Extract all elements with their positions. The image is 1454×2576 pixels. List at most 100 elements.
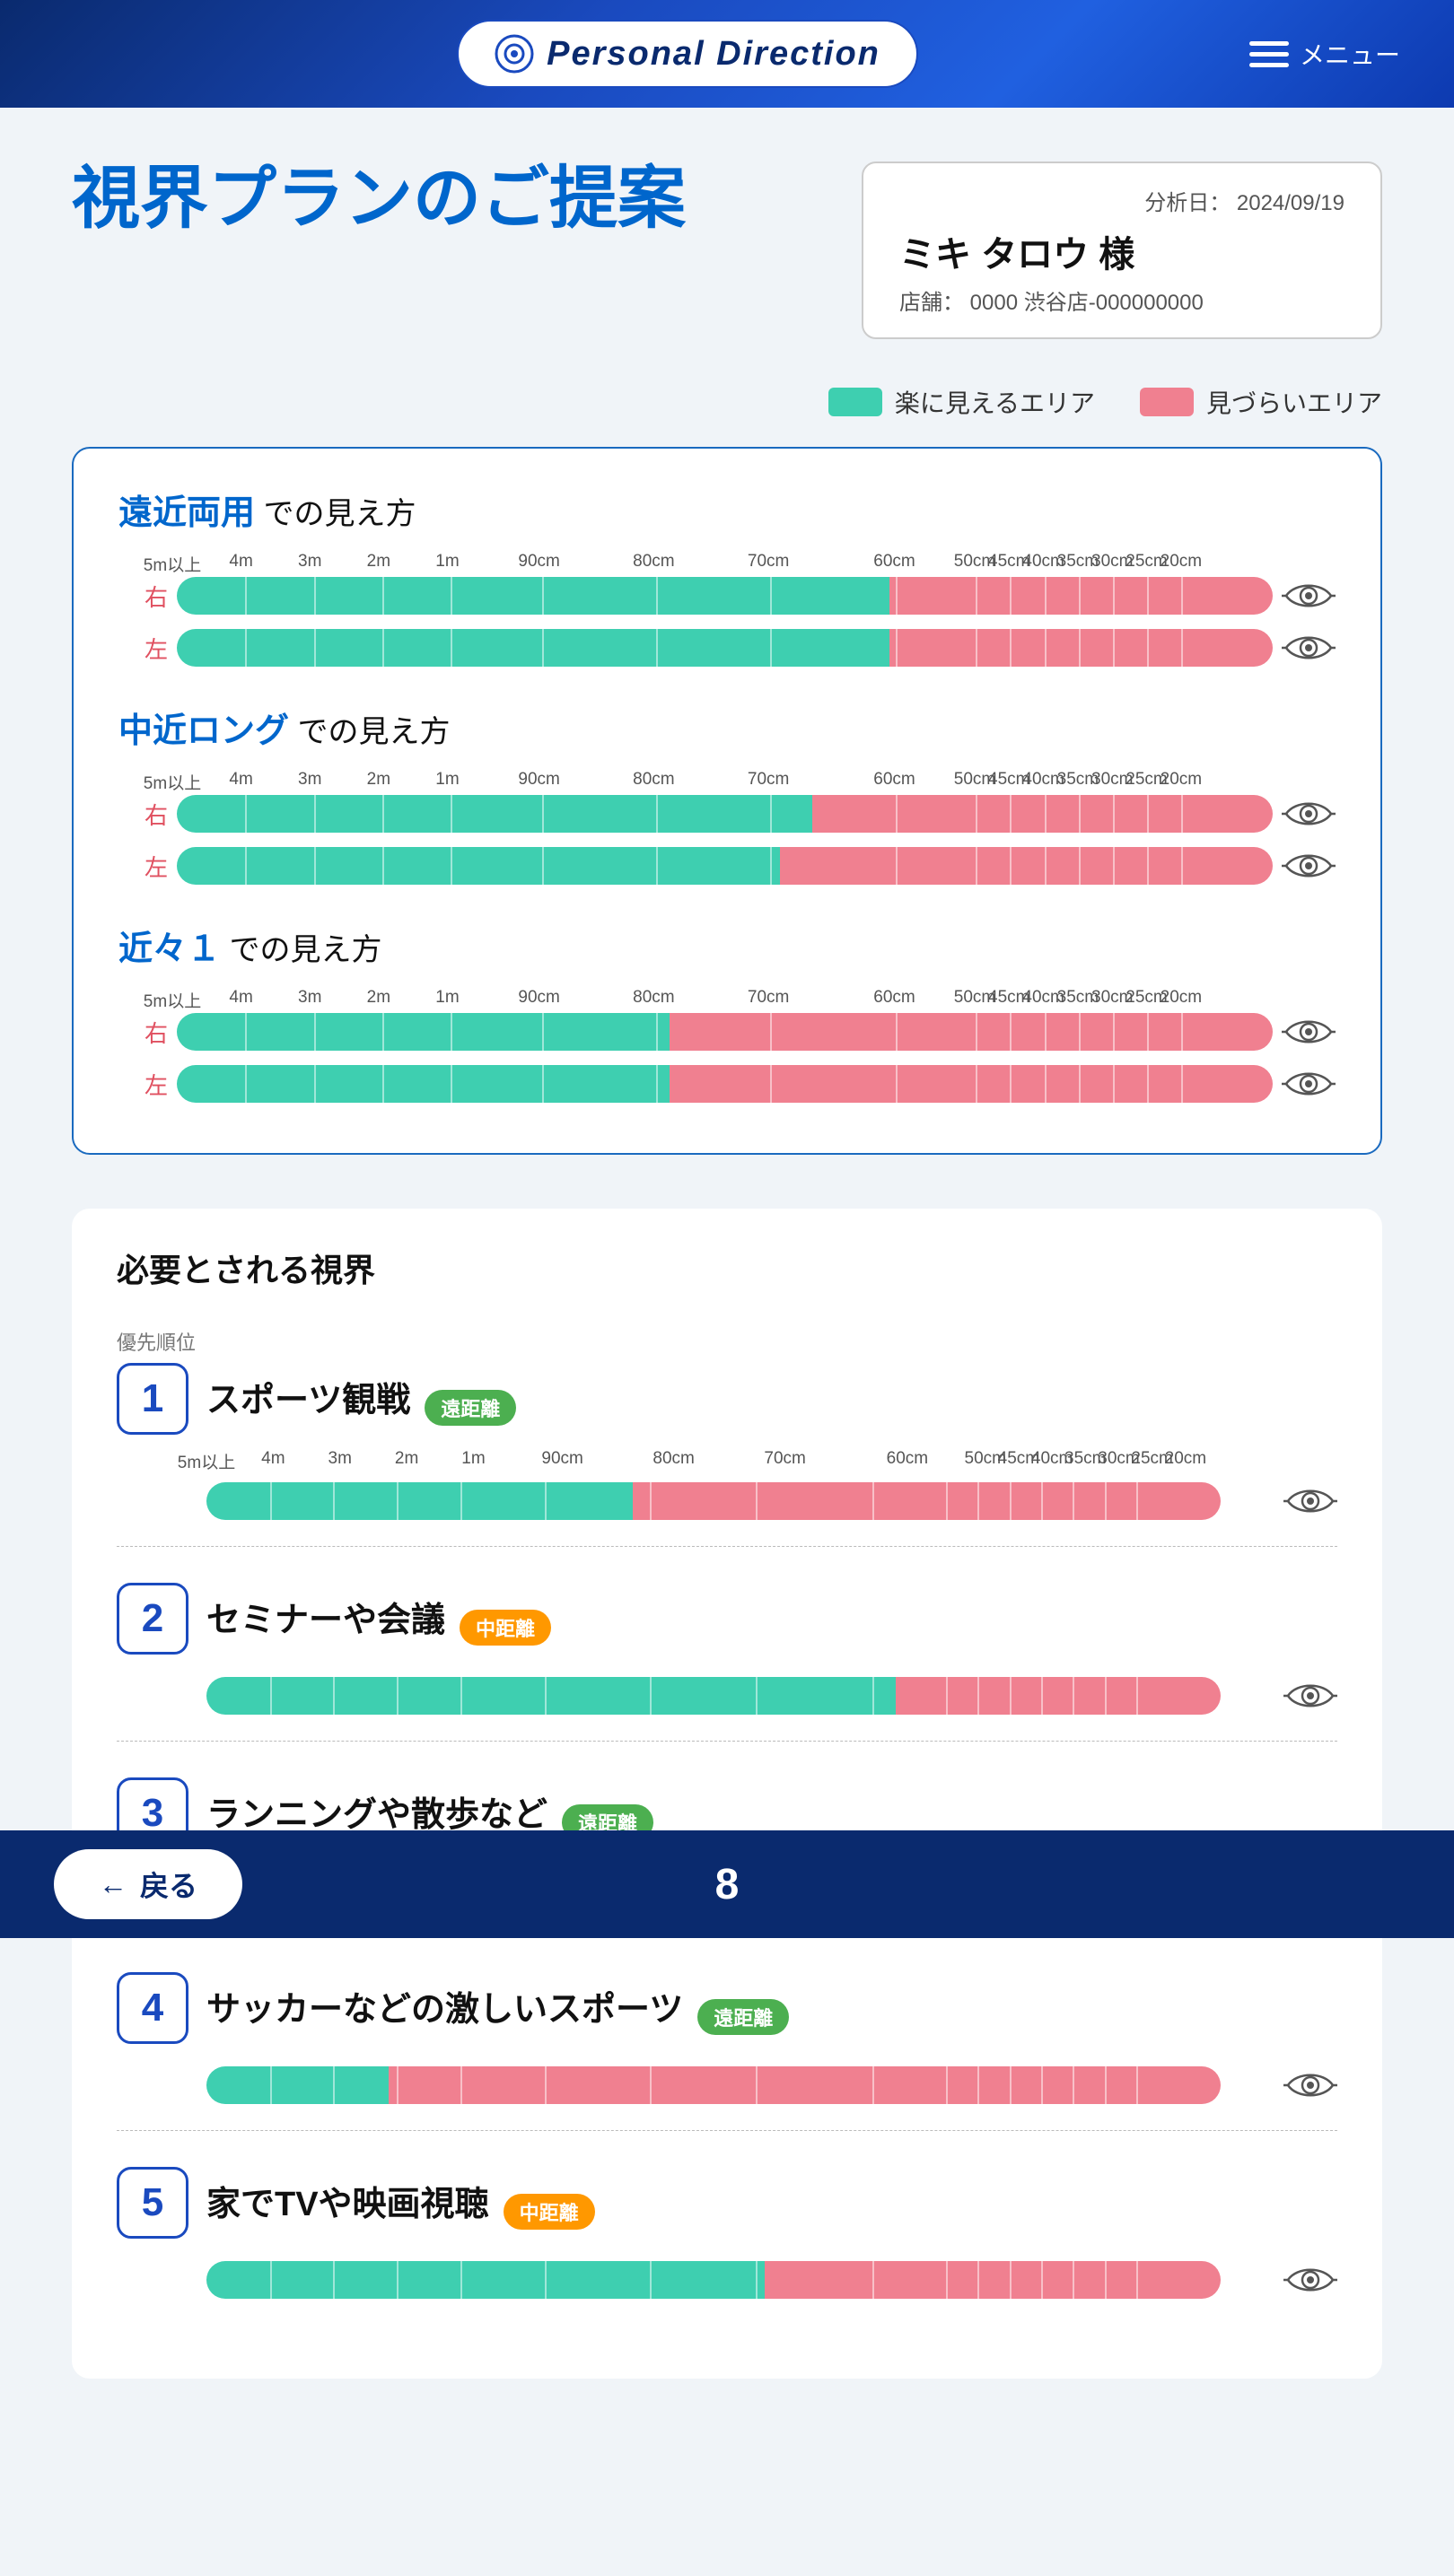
vision-type-name: 遠近両用 — [118, 494, 255, 532]
priority-distance-badge: 遠距離 — [697, 1999, 789, 2035]
scale-label: 5m以上 — [178, 1449, 235, 1473]
bar-divider-line — [314, 629, 316, 667]
priority-badge: 1 — [117, 1363, 188, 1435]
bar-divider-line — [656, 577, 658, 615]
bar-easy-segment — [177, 847, 780, 885]
bar-divider-line — [756, 2066, 758, 2104]
top-section: 視界プランのご提案 分析日： 2024/09/19 ミキ タロウ 様 店舗： 0… — [72, 162, 1382, 339]
bar-divider-line — [1147, 1013, 1149, 1051]
bar-track — [177, 1013, 1273, 1051]
bar-divider-line — [1113, 847, 1115, 885]
bar-hard-segment — [780, 847, 1273, 885]
bar-divider-line — [1147, 629, 1149, 667]
bar-divider-line — [872, 1482, 874, 1520]
bar-divider-line — [451, 1013, 452, 1051]
scale-label: 1m — [435, 770, 459, 790]
scale-label: 90cm — [518, 770, 559, 790]
bar-divider-line — [1079, 577, 1081, 615]
scale-labels-row: 5m以上4m3m2m1m90cm80cm70cm60cm50cm45cm40cm… — [172, 552, 1273, 577]
bar-divider-line — [1010, 1677, 1012, 1715]
bar-divider-line — [1113, 629, 1115, 667]
bar-easy-segment — [177, 1065, 670, 1103]
bar-divider-line — [977, 2066, 979, 2104]
bar-divider-line — [1010, 1065, 1012, 1103]
bar-divider-line — [545, 2261, 547, 2299]
bar-divider-line — [896, 1013, 898, 1051]
back-button[interactable]: ← 戻る — [54, 1849, 242, 1919]
bar-divider-line — [656, 1013, 658, 1051]
vision-type-name: 近々１ — [118, 930, 221, 968]
patient-store: 店舗： 0000 渋谷店-000000000 — [899, 284, 1345, 316]
priority-distance-badge: 中距離 — [504, 2194, 595, 2230]
scale-label: 60cm — [873, 552, 915, 572]
scale-label: 5m以上 — [144, 770, 201, 794]
bar-divider-line — [314, 577, 316, 615]
bar-divider-line — [756, 1677, 758, 1715]
priority-bar-wrapper — [206, 2066, 1221, 2104]
priority-name: スポーツ観戦 — [206, 1382, 410, 1419]
vision-type-section: 遠近両用 での見え方5m以上4m3m2m1m90cm80cm70cm60cm50… — [118, 485, 1336, 667]
bar-divider-line — [650, 1677, 652, 1715]
legend-easy: 楽に見えるエリア — [828, 384, 1095, 420]
scale-label: 4m — [261, 1449, 285, 1469]
bar-divider-line — [1113, 1065, 1115, 1103]
bar-divider-line — [460, 1482, 462, 1520]
scale-label: 1m — [435, 988, 459, 1008]
bar-wrapper — [177, 1013, 1273, 1051]
eye-icon — [1282, 621, 1336, 675]
scale-label: 70cm — [748, 770, 789, 790]
logo-icon — [495, 34, 534, 74]
bar-divider-line — [896, 629, 898, 667]
logo-text: Personal Direction — [547, 35, 880, 74]
scale-label: 1m — [435, 552, 459, 572]
bar-track — [177, 577, 1273, 615]
scale-label: 80cm — [633, 552, 674, 572]
bar-divider-line — [1113, 577, 1115, 615]
bar-divider-line — [946, 2066, 948, 2104]
scale-label: 3m — [298, 988, 321, 1008]
bar-divider-line — [1181, 1013, 1183, 1051]
legend-hard-color — [1140, 388, 1194, 416]
vision-type-section: 中近ロング での見え方5m以上4m3m2m1m90cm80cm70cm60cm5… — [118, 703, 1336, 885]
store-value: 0000 渋谷店-000000000 — [970, 291, 1204, 315]
bar-easy-segment — [177, 577, 889, 615]
bar-divider-line — [542, 629, 544, 667]
legend-hard-label: 見づらいエリア — [1206, 384, 1382, 420]
bar-label: 左 — [118, 1068, 168, 1101]
bar-hard-segment — [765, 2261, 1222, 2299]
bar-hard-segment — [896, 1677, 1221, 1715]
bar-hard-segment — [812, 795, 1273, 833]
bar-divider-line — [1136, 1677, 1138, 1715]
bar-divider-line — [545, 1677, 547, 1715]
bar-divider-line — [1041, 2066, 1043, 2104]
bar-divider-line — [1045, 1013, 1047, 1051]
bar-divider-line — [770, 629, 772, 667]
priority-info: セミナーや会議中距離 — [206, 1592, 1337, 1646]
bar-divider-line — [545, 2066, 547, 2104]
bar-divider-line — [1181, 847, 1183, 885]
scale-label: 90cm — [518, 988, 559, 1008]
priority-item: 5家でTVや映画視聴中距離 — [117, 2167, 1337, 2307]
priority-info: サッカーなどの激しいスポーツ遠距離 — [206, 1981, 1337, 2035]
priority-header: 1スポーツ観戦遠距離 — [117, 1363, 1337, 1435]
bar-divider-line — [1045, 1065, 1047, 1103]
bar-divider-line — [1147, 795, 1149, 833]
eye-icon — [1282, 1057, 1336, 1111]
bar-track — [177, 795, 1273, 833]
bar-divider-line — [333, 2066, 335, 2104]
bar-divider-line — [1136, 1482, 1138, 1520]
hamburger-icon — [1249, 41, 1289, 67]
bar-row: 右 — [118, 795, 1336, 833]
bar-divider-line — [656, 1065, 658, 1103]
footer: ← 戻る 8 — [0, 1830, 1454, 1938]
menu-button[interactable]: メニュー — [1249, 36, 1400, 72]
scale-label: 70cm — [748, 988, 789, 1008]
scale-label: 3m — [298, 552, 321, 572]
bar-divider-line — [1136, 2066, 1138, 2104]
scale-label: 2m — [395, 1449, 418, 1469]
bar-label: 左 — [118, 850, 168, 883]
bar-divider-line — [1010, 847, 1012, 885]
bar-label: 右 — [118, 798, 168, 831]
bar-divider-line — [1181, 629, 1183, 667]
scale-label: 80cm — [633, 988, 674, 1008]
